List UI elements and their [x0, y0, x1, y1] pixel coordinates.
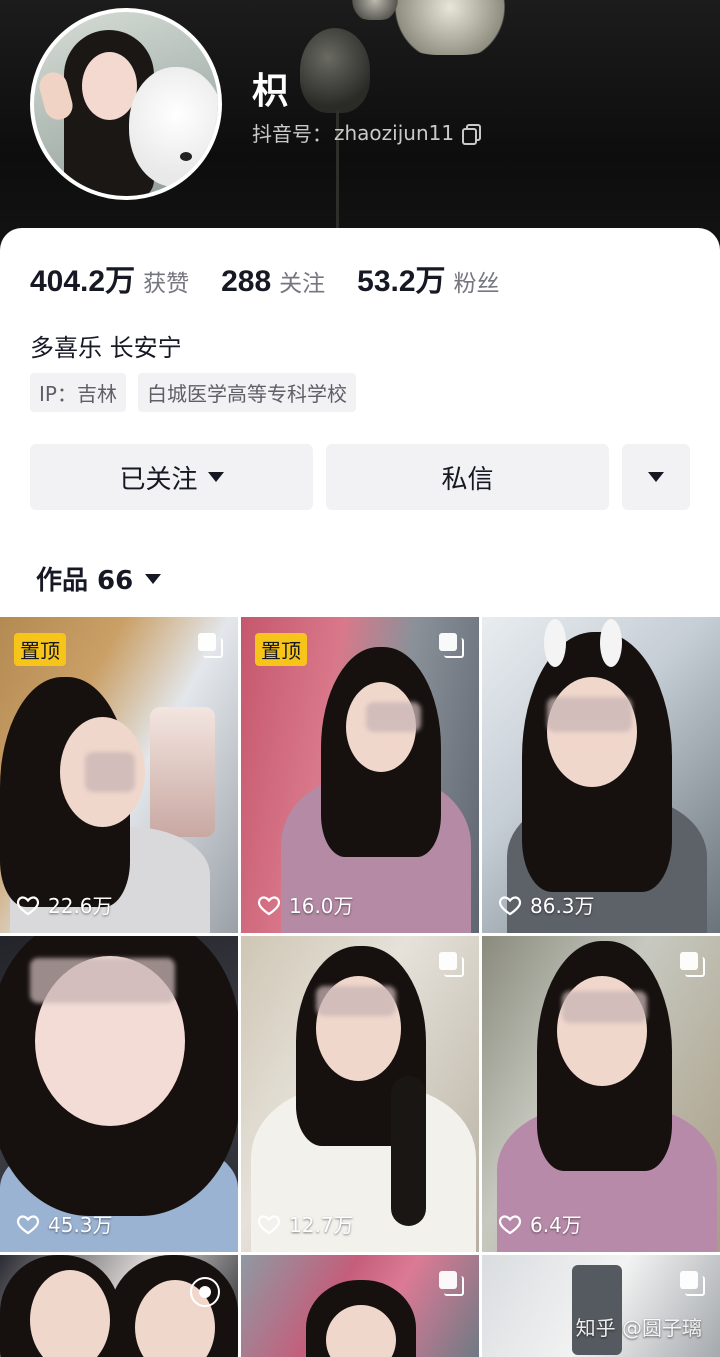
- caret-down-icon: [145, 573, 162, 584]
- following-button[interactable]: 已关注: [30, 444, 313, 510]
- heart-icon: [16, 895, 40, 915]
- video-tile[interactable]: 12.7万: [241, 936, 479, 1252]
- multi-image-icon: [439, 952, 464, 977]
- profile-header: 枳 抖音号： zhaozijun11: [0, 0, 720, 260]
- following-button-label: 已关注: [119, 464, 198, 495]
- like-count-value: 12.7万: [289, 1213, 354, 1237]
- more-button[interactable]: [622, 444, 690, 510]
- like-count: 22.6万: [16, 890, 113, 919]
- stat-following-value: 288: [221, 265, 272, 298]
- like-count-value: 6.4万: [530, 1213, 582, 1237]
- stat-likes-value: 404.2万: [30, 265, 136, 298]
- message-button[interactable]: 私信: [326, 444, 609, 510]
- bio-text: 多喜乐 长安宁: [30, 334, 182, 362]
- copy-icon[interactable]: [462, 123, 482, 145]
- stat-likes-label: 获赞: [143, 271, 190, 297]
- profile-tags: IP：吉林 白城医学高等专科学校: [30, 373, 356, 412]
- like-count: 16.0万: [257, 890, 354, 919]
- stat-followers-label: 粉丝: [453, 271, 500, 297]
- school-tag[interactable]: 白城医学高等专科学校: [137, 373, 356, 412]
- header-background-flower: [300, 28, 370, 113]
- stat-likes: 404.2万 获赞: [30, 256, 189, 300]
- action-buttons: 已关注 私信: [30, 444, 690, 510]
- stat-followers-value: 53.2万: [357, 265, 446, 298]
- like-count: 6.4万: [498, 1209, 582, 1238]
- video-tile[interactable]: 86.3万: [482, 617, 720, 933]
- works-tab-label: 作品 66: [36, 566, 134, 596]
- heart-icon: [498, 895, 522, 915]
- like-count-value: 45.3万: [48, 1213, 113, 1237]
- live-photo-icon: [190, 1277, 220, 1307]
- multi-image-icon: [439, 633, 464, 658]
- douyin-id-label: 抖音号：: [252, 122, 332, 146]
- stat-followers[interactable]: 53.2万 粉丝: [357, 256, 499, 300]
- video-tile[interactable]: [0, 1255, 238, 1357]
- douyin-id: 抖音号： zhaozijun11: [252, 118, 482, 147]
- header-background-flower: [390, 0, 510, 55]
- pinned-badge: 置顶: [255, 633, 307, 666]
- like-count-value: 22.6万: [48, 894, 113, 918]
- pinned-badge: 置顶: [14, 633, 66, 666]
- stat-following[interactable]: 288 关注: [221, 264, 325, 299]
- ip-location-tag: IP：吉林: [30, 373, 126, 412]
- works-tab[interactable]: 作品 66: [36, 560, 162, 597]
- video-tile[interactable]: 知乎 @圆子璃: [482, 1255, 720, 1357]
- video-tile[interactable]: 置顶 16.0万: [241, 617, 479, 933]
- avatar[interactable]: [30, 8, 222, 200]
- heart-icon: [257, 895, 281, 915]
- like-count-value: 16.0万: [289, 894, 354, 918]
- message-button-label: 私信: [441, 464, 494, 495]
- multi-image-icon: [439, 1271, 464, 1296]
- like-count-value: 86.3万: [530, 894, 595, 918]
- stats-row: 404.2万 获赞 288 关注 53.2万 粉丝: [30, 256, 532, 300]
- video-tile[interactable]: 置顶 22.6万: [0, 617, 238, 933]
- heart-icon: [16, 1214, 40, 1234]
- caret-down-icon: [207, 472, 224, 482]
- like-count: 12.7万: [257, 1209, 354, 1238]
- multi-image-icon: [680, 952, 705, 977]
- video-tile[interactable]: 6.4万: [482, 936, 720, 1252]
- multi-image-icon: [198, 633, 223, 658]
- like-count: 45.3万: [16, 1209, 113, 1238]
- username: 枳: [252, 71, 289, 112]
- stat-following-label: 关注: [279, 271, 326, 297]
- heart-icon: [257, 1214, 281, 1234]
- watermark: 知乎 @圆子璃: [575, 1316, 702, 1340]
- douyin-id-value: zhaozijun11: [334, 120, 455, 145]
- video-tile[interactable]: [241, 1255, 479, 1357]
- caret-down-icon: [648, 472, 664, 482]
- heart-icon: [498, 1214, 522, 1234]
- video-tile[interactable]: 45.3万: [0, 936, 238, 1252]
- like-count: 86.3万: [498, 890, 595, 919]
- multi-image-icon: [680, 1271, 705, 1296]
